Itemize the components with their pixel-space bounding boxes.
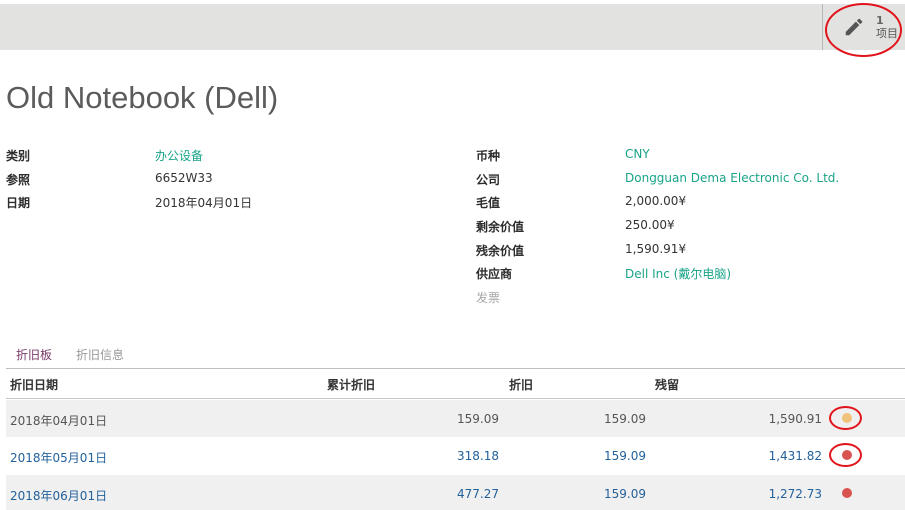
- table-row[interactable]: 2018年04月01日 159.09 159.09 1,590.91: [6, 400, 905, 437]
- notebook-tabs: 折旧板 折旧信息: [6, 340, 905, 369]
- category-label: 类别: [6, 149, 31, 163]
- table-header: 折旧日期 累计折旧 折旧 残留: [6, 369, 905, 399]
- page-title: Old Notebook (Dell): [6, 80, 279, 115]
- currency-value[interactable]: CNY: [625, 147, 650, 161]
- salvage-value: 250.00¥: [625, 218, 675, 232]
- company-label: 公司: [476, 173, 501, 187]
- date-label: 日期: [6, 196, 31, 210]
- tab-depreciation-info[interactable]: 折旧信息: [76, 346, 124, 363]
- vendor-value[interactable]: Dell Inc (戴尔电脑): [625, 265, 731, 282]
- row-accumulated: 159.09: [457, 412, 499, 426]
- header-remaining[interactable]: 残留: [655, 376, 679, 393]
- gross-value-label: 毛值: [476, 196, 501, 210]
- header-accumulated[interactable]: 累计折旧: [327, 376, 375, 393]
- row-depreciation: 159.09: [604, 449, 646, 463]
- control-panel: 1 项目: [0, 4, 905, 50]
- header-depreciation[interactable]: 折旧: [509, 376, 533, 393]
- residual-value-label: 残余价值: [476, 244, 525, 258]
- header-depreciation-date[interactable]: 折旧日期: [10, 376, 58, 393]
- row-date: 2018年05月01日: [10, 451, 108, 465]
- row-depreciation: 159.09: [604, 412, 646, 426]
- tab-depreciation-board[interactable]: 折旧板: [16, 346, 52, 363]
- status-dot-icon[interactable]: [842, 413, 852, 423]
- residual-value: 1,590.91¥: [625, 242, 687, 256]
- table-row[interactable]: 2018年06月01日 477.27 159.09 1,272.73: [6, 475, 905, 510]
- row-date: 2018年06月01日: [10, 489, 108, 503]
- table-row[interactable]: 2018年05月01日 318.18 159.09 1,431.82: [6, 437, 905, 474]
- row-depreciation: 159.09: [604, 487, 646, 501]
- smart-button-label: 项目: [876, 27, 898, 40]
- row-date: 2018年04月01日: [10, 414, 108, 428]
- date-value: 2018年04月01日: [155, 196, 253, 210]
- items-smart-button[interactable]: 1 项目: [822, 4, 905, 50]
- vendor-label: 供应商: [476, 267, 513, 281]
- smart-button-count: 1: [876, 14, 884, 27]
- status-dot-icon[interactable]: [842, 488, 852, 498]
- company-value[interactable]: Dongguan Dema Electronic Co. Ltd.: [625, 171, 839, 185]
- row-accumulated: 318.18: [457, 449, 499, 463]
- salvage-value-label: 剩余价值: [476, 220, 525, 234]
- row-accumulated: 477.27: [457, 487, 499, 501]
- invoice-label: 发票: [476, 291, 501, 305]
- pencil-icon: [845, 18, 863, 36]
- status-dot-icon[interactable]: [842, 450, 852, 460]
- reference-value: 6652W33: [155, 171, 213, 185]
- row-remaining: 1,272.73: [768, 487, 822, 501]
- gross-value: 2,000.00¥: [625, 194, 687, 208]
- category-value[interactable]: 办公设备: [155, 147, 203, 164]
- reference-label: 参照: [6, 173, 31, 187]
- smart-button-text: 1 项目: [876, 14, 898, 40]
- currency-label: 币种: [476, 149, 501, 163]
- row-remaining: 1,590.91: [768, 412, 822, 426]
- row-remaining: 1,431.82: [768, 449, 822, 463]
